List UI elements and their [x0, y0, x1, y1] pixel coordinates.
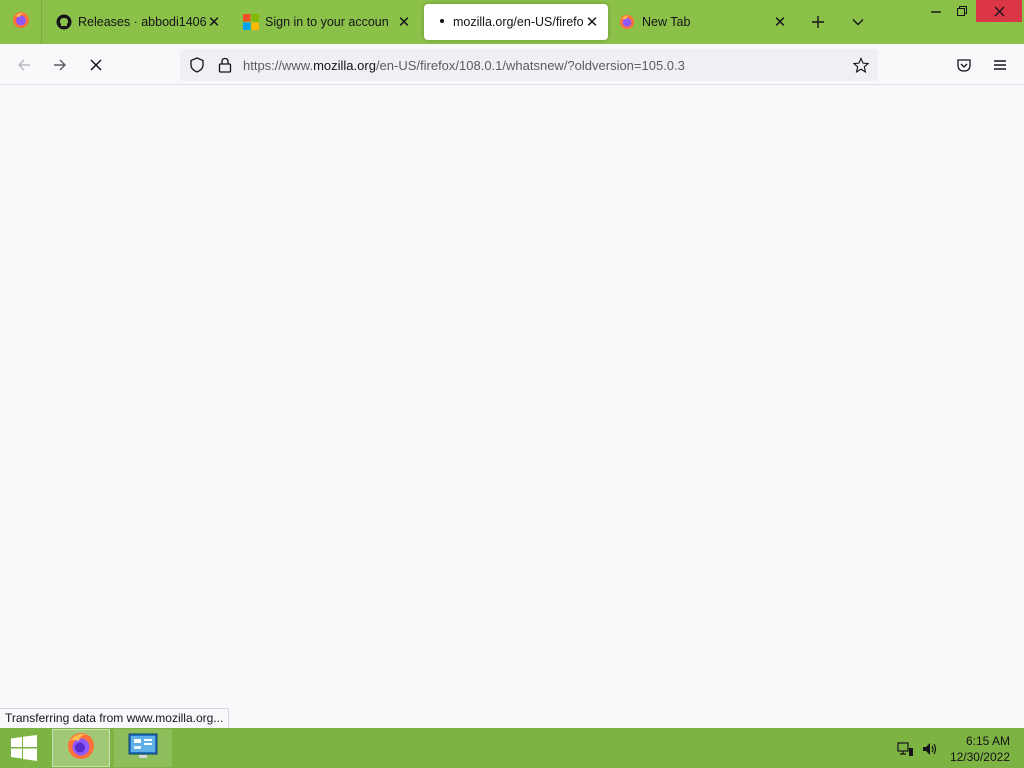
url-path: /en-US/firefox/108.0.1/whatsnew/?oldvers… [375, 58, 685, 73]
close-tab-icon[interactable]: ✕ [770, 12, 790, 32]
clock-time: 6:15 AM [965, 734, 1010, 748]
start-button[interactable] [4, 732, 44, 764]
taskbar-firefox[interactable] [52, 729, 110, 767]
firefox-icon [619, 14, 635, 30]
url-domain: mozilla.org [313, 58, 376, 73]
minimize-icon [931, 11, 941, 13]
close-tab-icon[interactable]: ✕ [204, 12, 224, 32]
chevron-down-icon [852, 19, 864, 26]
system-clock[interactable]: 6:15 AM 12/30/2022 [950, 733, 1010, 765]
tab-new-tab[interactable]: New Tab ✕ [608, 4, 794, 40]
tab-github-releases[interactable]: Releases · abbodi1406/vc ✕ [44, 4, 228, 40]
address-bar[interactable]: https://www.mozilla.org/en-US/firefox/10… [180, 49, 878, 81]
tab-title: New Tab [642, 15, 691, 29]
tab-title: mozilla.org/en-US/firefox [453, 15, 583, 29]
restore-icon [957, 6, 967, 16]
forward-button[interactable] [47, 52, 73, 78]
stop-loading-button[interactable] [83, 52, 109, 78]
network-icon[interactable] [897, 740, 915, 758]
tab-mozilla-whatsnew[interactable]: mozilla.org/en-US/firefox ✕ [424, 4, 608, 40]
windows-logo-icon [11, 735, 37, 761]
tab-strip: Releases · abbodi1406/vc ✕ Sign in to yo… [0, 0, 1024, 44]
close-tab-icon[interactable]: ✕ [394, 12, 414, 32]
back-button[interactable] [11, 52, 37, 78]
desktop: Releases · abbodi1406/vc ✕ Sign in to yo… [0, 0, 1024, 768]
tab-title: Releases · abbodi1406/vc [78, 15, 206, 29]
taskbar: 6:15 AM 12/30/2022 [0, 728, 1024, 768]
list-all-tabs-button[interactable] [846, 10, 870, 34]
url-prefix: https://www. [243, 58, 314, 73]
clock-date: 12/30/2022 [949, 750, 1010, 764]
navigation-bar: https://www.mozilla.org/en-US/firefox/10… [0, 44, 1024, 85]
tab-title: Sign in to your account [265, 15, 389, 29]
firefox-icon [12, 11, 30, 34]
firefox-icon [66, 731, 96, 766]
taskbar-control-panel[interactable] [114, 729, 172, 767]
loading-dot-icon [436, 14, 452, 30]
volume-icon[interactable] [921, 740, 939, 758]
forward-arrow-icon [54, 59, 66, 71]
lock-icon[interactable] [217, 57, 233, 73]
app-menu-button[interactable] [987, 52, 1013, 78]
new-tab-button[interactable] [806, 10, 830, 34]
bookmark-star-icon[interactable] [853, 56, 869, 73]
page-content [0, 85, 1024, 728]
control-panel-icon [127, 732, 159, 765]
status-panel: Transferring data from www.mozilla.org..… [0, 708, 230, 728]
hamburger-menu-icon [994, 60, 1006, 70]
pocket-icon [957, 59, 971, 72]
url-text[interactable]: https://www.mozilla.org/en-US/firefox/10… [243, 58, 685, 73]
github-icon [56, 14, 72, 30]
minimize-button[interactable] [922, 0, 950, 22]
close-tab-icon[interactable]: ✕ [582, 12, 602, 32]
pocket-button[interactable] [951, 52, 977, 78]
plus-icon [812, 16, 824, 28]
stop-icon [90, 59, 102, 71]
tab-sign-in[interactable]: Sign in to your account ✕ [231, 4, 417, 40]
microsoft-icon [243, 14, 259, 30]
restore-button[interactable] [950, 0, 974, 22]
back-arrow-icon [18, 59, 30, 71]
close-window-button[interactable] [976, 0, 1022, 22]
firefox-view-button[interactable] [0, 0, 42, 44]
tracking-protection-shield-icon[interactable] [189, 57, 205, 73]
close-icon [994, 6, 1004, 16]
